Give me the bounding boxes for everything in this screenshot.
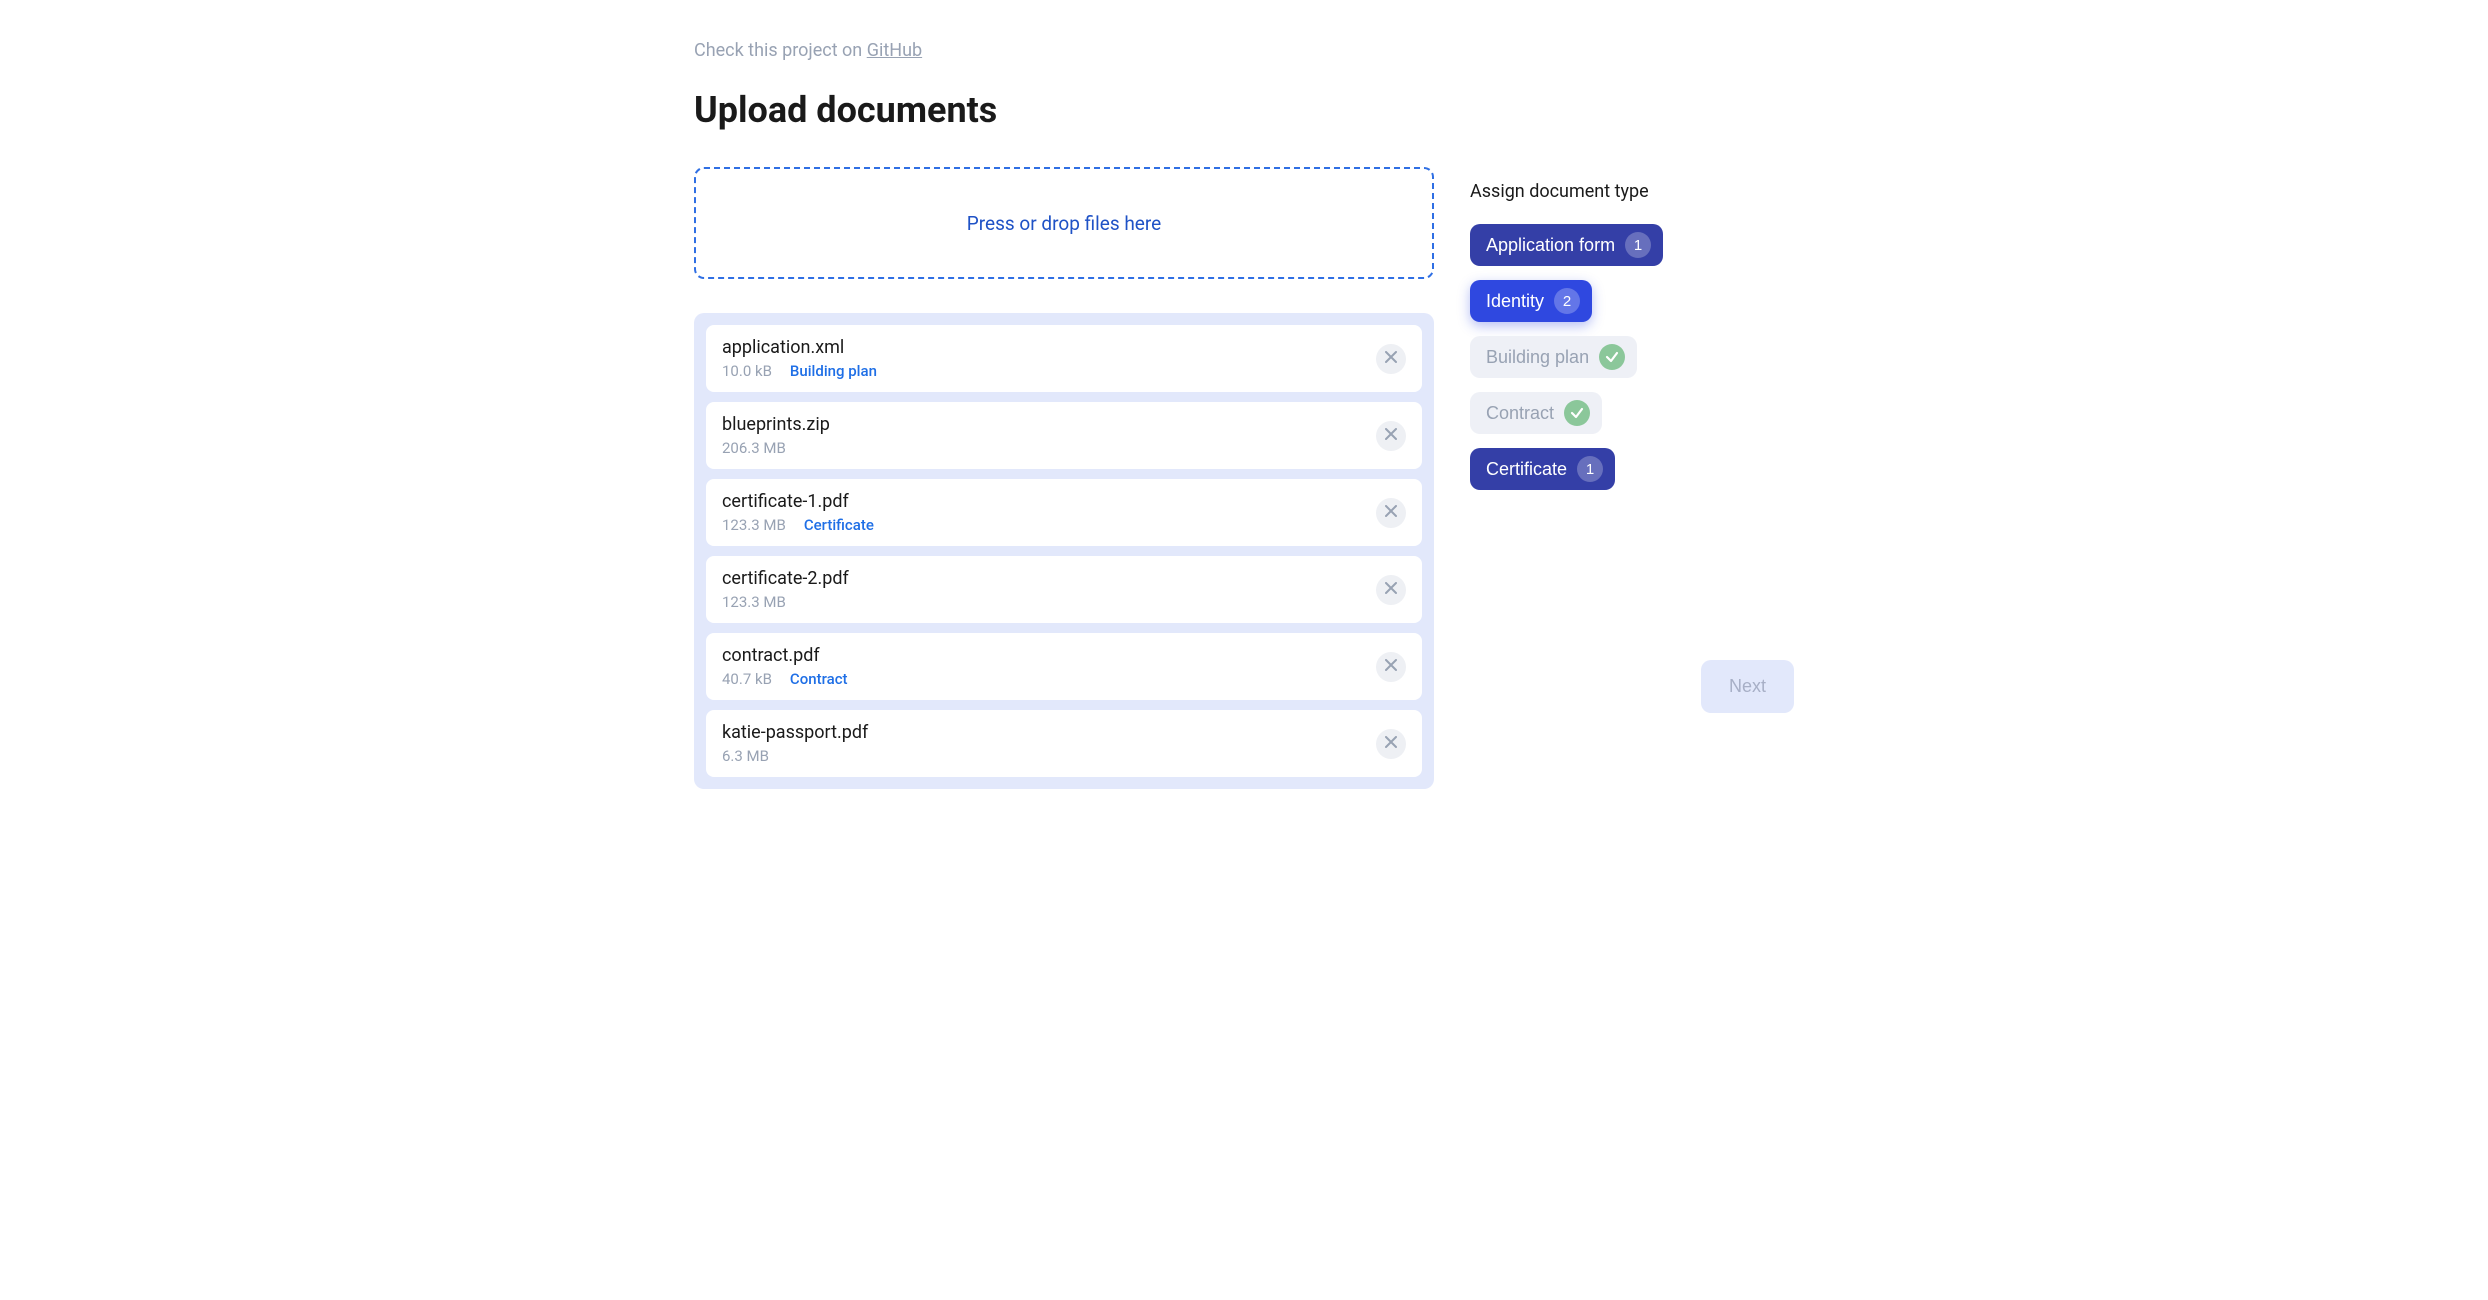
- file-remove-button[interactable]: [1376, 575, 1406, 605]
- file-size: 123.3 MB: [722, 593, 786, 611]
- file-tag: Building plan: [790, 362, 877, 380]
- type-chip[interactable]: Application form 1: [1470, 224, 1663, 266]
- file-size: 6.3 MB: [722, 747, 769, 765]
- file-remove-button[interactable]: [1376, 652, 1406, 682]
- file-meta: 10.0 kB Building plan: [722, 362, 877, 380]
- page-title: Upload documents: [694, 89, 1794, 131]
- file-tag: Certificate: [804, 516, 874, 534]
- check-icon: [1564, 400, 1590, 426]
- file-info: certificate-1.pdf 123.3 MB Certificate: [722, 491, 874, 534]
- file-size: 10.0 kB: [722, 362, 772, 380]
- file-name: certificate-2.pdf: [722, 568, 849, 589]
- type-chips: Application form 1 Identity 2 Building plan C…: [1470, 224, 1794, 490]
- file-item[interactable]: blueprints.zip 206.3 MB: [706, 402, 1422, 469]
- file-name: katie-passport.pdf: [722, 722, 868, 743]
- file-size: 40.7 kB: [722, 670, 772, 688]
- file-remove-button[interactable]: [1376, 498, 1406, 528]
- file-info: contract.pdf 40.7 kB Contract: [722, 645, 848, 688]
- chip-count-badge: 1: [1625, 232, 1651, 258]
- file-meta: 123.3 MB Certificate: [722, 516, 874, 534]
- chip-count-badge: 2: [1554, 288, 1580, 314]
- file-name: contract.pdf: [722, 645, 848, 666]
- file-meta: 6.3 MB: [722, 747, 868, 765]
- file-remove-button[interactable]: [1376, 421, 1406, 451]
- file-tag: Contract: [790, 670, 848, 688]
- type-chip[interactable]: Building plan: [1470, 336, 1637, 378]
- chip-label: Building plan: [1486, 347, 1589, 368]
- file-meta: 123.3 MB: [722, 593, 849, 611]
- file-remove-button[interactable]: [1376, 344, 1406, 374]
- dropzone[interactable]: Press or drop files here: [694, 167, 1434, 279]
- github-note: Check this project on GitHub: [694, 40, 1794, 61]
- file-meta: 40.7 kB Contract: [722, 670, 848, 688]
- close-icon: [1385, 582, 1397, 597]
- type-chip[interactable]: Identity 2: [1470, 280, 1592, 322]
- close-icon: [1385, 505, 1397, 520]
- chip-label: Contract: [1486, 403, 1554, 424]
- check-icon: [1599, 344, 1625, 370]
- close-icon: [1385, 351, 1397, 366]
- github-link[interactable]: GitHub: [867, 40, 922, 61]
- file-item[interactable]: katie-passport.pdf 6.3 MB: [706, 710, 1422, 777]
- next-button[interactable]: Next: [1701, 660, 1794, 713]
- file-info: blueprints.zip 206.3 MB: [722, 414, 830, 457]
- file-item[interactable]: certificate-1.pdf 123.3 MB Certificate: [706, 479, 1422, 546]
- file-info: application.xml 10.0 kB Building plan: [722, 337, 877, 380]
- file-item[interactable]: application.xml 10.0 kB Building plan: [706, 325, 1422, 392]
- close-icon: [1385, 428, 1397, 443]
- type-chip[interactable]: Certificate 1: [1470, 448, 1615, 490]
- type-chip[interactable]: Contract: [1470, 392, 1602, 434]
- chip-label: Application form: [1486, 235, 1615, 256]
- file-name: application.xml: [722, 337, 877, 358]
- chip-label: Identity: [1486, 291, 1544, 312]
- close-icon: [1385, 659, 1397, 674]
- file-remove-button[interactable]: [1376, 729, 1406, 759]
- chip-count-badge: 1: [1577, 456, 1603, 482]
- close-icon: [1385, 736, 1397, 751]
- file-name: certificate-1.pdf: [722, 491, 874, 512]
- file-item[interactable]: contract.pdf 40.7 kB Contract: [706, 633, 1422, 700]
- file-meta: 206.3 MB: [722, 439, 830, 457]
- file-info: katie-passport.pdf 6.3 MB: [722, 722, 868, 765]
- file-item[interactable]: certificate-2.pdf 123.3 MB: [706, 556, 1422, 623]
- file-name: blueprints.zip: [722, 414, 830, 435]
- file-size: 123.3 MB: [722, 516, 786, 534]
- assign-label: Assign document type: [1470, 181, 1794, 202]
- dropzone-text: Press or drop files here: [967, 212, 1161, 235]
- file-list: application.xml 10.0 kB Building plan bluep…: [694, 313, 1434, 789]
- file-info: certificate-2.pdf 123.3 MB: [722, 568, 849, 611]
- chip-label: Certificate: [1486, 459, 1567, 480]
- github-prefix: Check this project on: [694, 40, 867, 61]
- file-size: 206.3 MB: [722, 439, 786, 457]
